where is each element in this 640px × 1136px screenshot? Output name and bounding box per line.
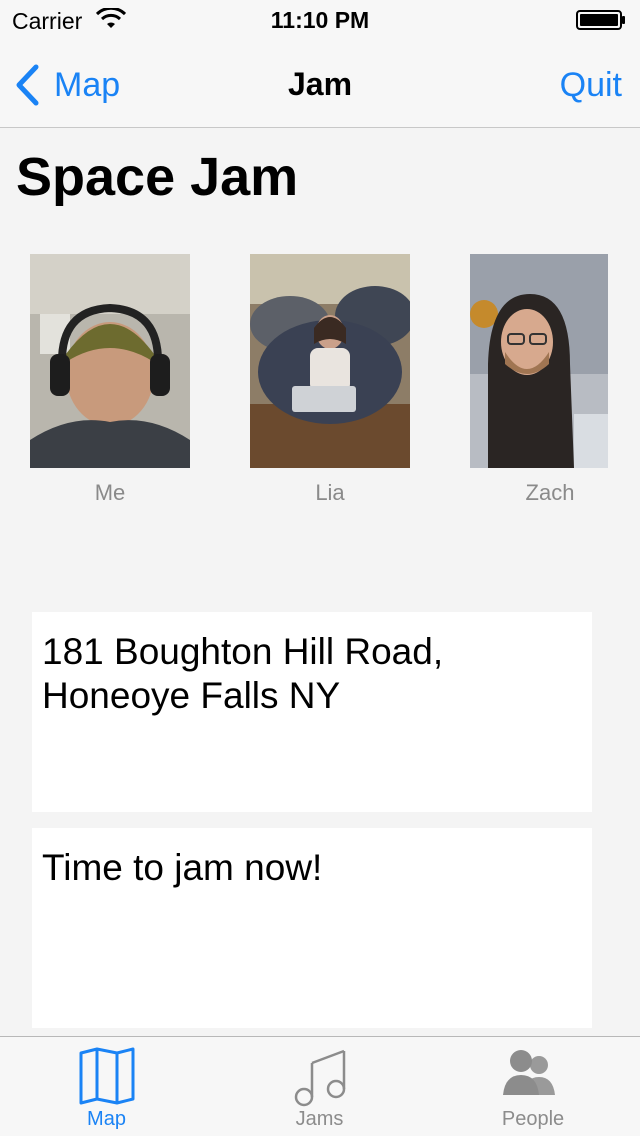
participant-zach[interactable]: Zach bbox=[470, 254, 608, 506]
participant-name: Me bbox=[94, 480, 126, 505]
people-icon bbox=[503, 1050, 555, 1095]
message-card: Time to jam now! bbox=[32, 828, 592, 1028]
participant-name: Lia bbox=[315, 480, 345, 505]
tab-map-label: Map bbox=[87, 1108, 126, 1130]
avatar bbox=[30, 254, 190, 468]
participant-me[interactable]: Me bbox=[30, 254, 190, 506]
status-time: 11:10 PM bbox=[270, 7, 370, 33]
jam-address: 181 Boughton Hill Road, Honeoye Falls NY bbox=[42, 631, 444, 716]
participant-lia[interactable]: Lia bbox=[250, 254, 410, 506]
avatar bbox=[250, 254, 410, 468]
participant-name: Zach bbox=[525, 480, 575, 505]
tab-map[interactable]: Map bbox=[0, 1037, 213, 1136]
tab-people[interactable]: People bbox=[426, 1037, 640, 1136]
tab-jams-label: Jams bbox=[295, 1108, 344, 1130]
tab-jams[interactable]: Jams bbox=[213, 1037, 426, 1136]
avatar bbox=[470, 254, 608, 468]
address-card: 181 Boughton Hill Road, Honeoye Falls NY bbox=[32, 612, 592, 812]
quit-button[interactable]: Quit bbox=[560, 66, 622, 105]
tab-people-label: People bbox=[501, 1108, 565, 1130]
navigation-bar: Map Jam Quit bbox=[0, 40, 640, 128]
jam-message: Time to jam now! bbox=[42, 847, 323, 888]
battery-icon bbox=[576, 10, 625, 30]
status-bar: Carrier 11:10 PM bbox=[0, 0, 640, 40]
nav-title: Jam bbox=[287, 66, 353, 102]
music-note-icon bbox=[294, 1049, 345, 1107]
tab-bar: Map Jams People bbox=[0, 1036, 640, 1136]
map-icon bbox=[79, 1047, 134, 1105]
page-title: Space Jam bbox=[16, 147, 299, 207]
